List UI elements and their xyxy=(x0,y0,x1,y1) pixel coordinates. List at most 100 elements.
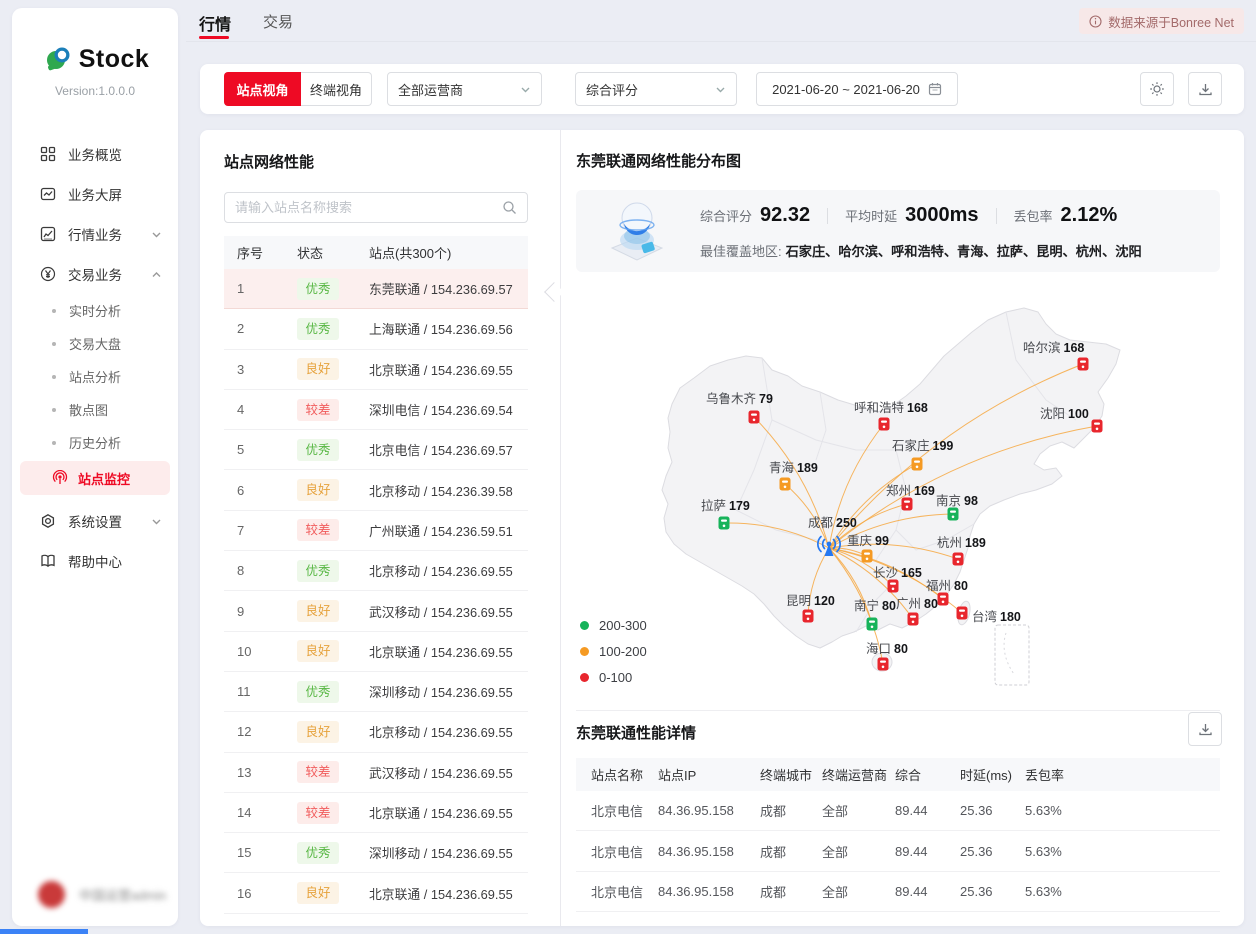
legend-item[interactable]: 100-200 xyxy=(580,638,647,664)
city-marker[interactable] xyxy=(912,458,923,471)
sidebar-item-market-business[interactable]: 行情业务 xyxy=(12,214,178,254)
city-marker[interactable] xyxy=(879,418,890,431)
site-name: 深圳电信 / 154.236.69.54 xyxy=(369,400,528,419)
city-marker[interactable] xyxy=(749,411,760,424)
city-marker[interactable] xyxy=(902,498,913,511)
china-map: 哈尔滨168乌鲁木齐79呼和浩特168沈阳100石家庄199青海189郑州169… xyxy=(576,300,1224,700)
site-row[interactable]: 9良好武汉移动 / 154.236.69.55 xyxy=(224,591,528,631)
city-marker[interactable] xyxy=(867,618,878,631)
sidebar-item-history-analysis[interactable]: 历史分析 xyxy=(12,426,178,459)
city-label: 重庆99 xyxy=(847,533,889,548)
row-index: 15 xyxy=(237,845,297,860)
site-name: 北京联通 / 154.236.69.55 xyxy=(369,642,528,661)
city-marker[interactable] xyxy=(953,553,964,566)
site-name: 北京移动 / 154.236.69.55 xyxy=(369,561,528,580)
site-row[interactable]: 11优秀深圳移动 / 154.236.69.55 xyxy=(224,672,528,712)
row-index: 5 xyxy=(237,442,297,457)
legend-item[interactable]: 200-300 xyxy=(580,612,647,638)
score-select[interactable]: 综合评分 xyxy=(575,72,737,106)
sidebar-item-business-overview[interactable]: 业务概览 xyxy=(12,134,178,174)
info-icon xyxy=(1089,15,1102,28)
site-row[interactable]: 16良好北京联通 / 154.236.69.55 xyxy=(224,873,528,913)
operator-select[interactable]: 全部运营商 xyxy=(387,72,542,106)
city-marker[interactable] xyxy=(862,550,873,563)
site-search[interactable] xyxy=(224,192,528,223)
stat-label: 综合评分 xyxy=(700,206,752,225)
site-row[interactable]: 13较差武汉移动 / 154.236.69.55 xyxy=(224,753,528,793)
stat-value: 3000ms xyxy=(905,204,978,227)
site-row[interactable]: 12良好北京移动 / 154.236.69.55 xyxy=(224,712,528,752)
sidebar-item-system-settings[interactable]: 系统设置 xyxy=(12,501,178,541)
site-row[interactable]: 10良好北京联通 / 154.236.69.55 xyxy=(224,632,528,672)
terminal-view-button[interactable]: 终端视角 xyxy=(301,72,372,106)
sidebar-item-scatter-plot[interactable]: 散点图 xyxy=(12,393,178,426)
city-marker[interactable] xyxy=(1092,420,1103,433)
settings-icon xyxy=(40,513,57,530)
sidebar-item-realtime-analysis[interactable]: 实时分析 xyxy=(12,294,178,327)
city-marker[interactable] xyxy=(1078,358,1089,371)
row-index: 6 xyxy=(237,483,297,498)
details-download-button[interactable] xyxy=(1188,712,1222,746)
status-badge: 较差 xyxy=(297,802,339,824)
city-marker[interactable] xyxy=(948,508,959,521)
user-account[interactable]: 中国运营admin xyxy=(38,881,166,908)
site-row[interactable]: 5优秀北京电信 / 154.236.69.57 xyxy=(224,430,528,470)
city-marker[interactable] xyxy=(803,610,814,623)
site-table-body: 1优秀东莞联通 / 154.236.69.572优秀上海联通 / 154.236… xyxy=(224,269,528,914)
stat-separator xyxy=(827,208,828,224)
download-button[interactable] xyxy=(1188,72,1222,106)
city-label: 沈阳100 xyxy=(1040,406,1089,421)
site-row[interactable]: 15优秀深圳移动 / 154.236.69.55 xyxy=(224,833,528,873)
sidebar: Stock Version:1.0.0.0 业务概览 业务大屏 xyxy=(12,8,178,926)
bullet-dot xyxy=(52,309,56,313)
city-marker[interactable] xyxy=(957,607,968,620)
site-row[interactable]: 2优秀上海联通 / 154.236.69.56 xyxy=(224,309,528,349)
city-marker[interactable] xyxy=(719,517,730,530)
date-range-picker[interactable]: 2021-06-20 ~ 2021-06-20 xyxy=(756,72,958,106)
sidebar-item-business-screen[interactable]: 业务大屏 xyxy=(12,174,178,214)
chevron-up-icon xyxy=(151,269,162,280)
logo-icon xyxy=(41,42,75,76)
legend-item[interactable]: 0-100 xyxy=(580,664,647,690)
site-search-input[interactable] xyxy=(235,200,502,215)
sidebar-item-trade-business[interactable]: 交易业务 xyxy=(12,254,178,294)
market-icon xyxy=(40,226,57,243)
site-row[interactable]: 14较差北京联通 / 154.236.69.55 xyxy=(224,793,528,833)
tab-trade[interactable]: 交易 xyxy=(263,11,293,32)
sidebar-item-trade-board[interactable]: 交易大盘 xyxy=(12,327,178,360)
city-marker[interactable] xyxy=(938,593,949,606)
status-badge: 优秀 xyxy=(297,439,339,461)
download-icon xyxy=(1198,722,1213,737)
site-name: 北京联通 / 154.236.69.55 xyxy=(369,884,528,903)
details-column-header: 站点名称 xyxy=(591,765,658,784)
gear-icon xyxy=(1149,81,1165,97)
stat-value: 2.12% xyxy=(1061,204,1118,227)
grid-icon xyxy=(40,146,57,163)
site-row[interactable]: 3良好北京联通 / 154.236.69.55 xyxy=(224,350,528,390)
city-label: 乌鲁木齐79 xyxy=(706,391,773,406)
city-marker[interactable] xyxy=(908,613,919,626)
city-marker[interactable] xyxy=(878,658,889,671)
sidebar-item-help-center[interactable]: 帮助中心 xyxy=(12,541,178,581)
site-row[interactable]: 6良好北京移动 / 154.236.39.58 xyxy=(224,470,528,510)
city-marker[interactable] xyxy=(888,580,899,593)
header-divider xyxy=(186,41,1256,42)
site-row[interactable]: 8优秀北京移动 / 154.236.69.55 xyxy=(224,551,528,591)
site-row[interactable]: 4较差深圳电信 / 154.236.69.54 xyxy=(224,390,528,430)
city-label: 福州80 xyxy=(926,578,968,593)
site-row[interactable]: 7较差广州联通 / 154.236.59.51 xyxy=(224,511,528,551)
sidebar-item-site-analysis[interactable]: 站点分析 xyxy=(12,360,178,393)
tab-market[interactable]: 行情 xyxy=(199,11,231,35)
search-icon[interactable] xyxy=(502,200,517,215)
sidebar-item-site-monitor[interactable]: 站点监控 xyxy=(20,461,170,495)
status-badge: 良好 xyxy=(297,600,339,622)
site-row[interactable]: 1优秀东莞联通 / 154.236.69.57 xyxy=(224,269,528,309)
chevron-down-icon xyxy=(715,84,726,95)
city-label: 广州80 xyxy=(896,597,938,611)
stat-label: 丢包率 xyxy=(1014,206,1053,225)
site-view-button[interactable]: 站点视角 xyxy=(224,72,301,106)
sidebar-item-label: 系统设置 xyxy=(68,511,122,531)
site-name: 北京移动 / 154.236.39.58 xyxy=(369,481,528,500)
settings-button[interactable] xyxy=(1140,72,1174,106)
city-marker[interactable] xyxy=(780,478,791,491)
